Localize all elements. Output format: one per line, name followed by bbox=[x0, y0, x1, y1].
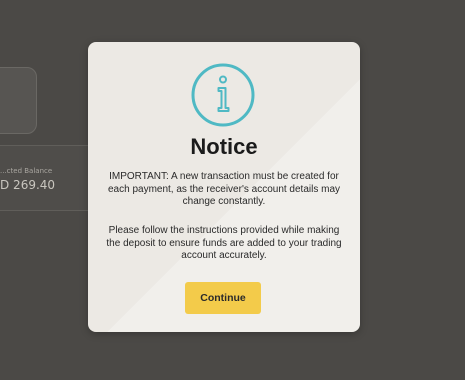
instructions-text: Please follow the instructions provided … bbox=[106, 225, 342, 261]
balance-label: ...cted Balance bbox=[0, 167, 53, 175]
background-card bbox=[0, 67, 37, 134]
notice-modal: Notice IMPORTANT: A new transaction must… bbox=[88, 42, 360, 332]
important-notice-text: IMPORTANT: A new transaction must be cre… bbox=[107, 171, 341, 207]
info-icon bbox=[191, 63, 255, 127]
modal-title: Notice bbox=[190, 134, 258, 159]
balance-value: D 269.40 bbox=[0, 178, 56, 192]
continue-button[interactable]: Continue bbox=[185, 282, 261, 314]
